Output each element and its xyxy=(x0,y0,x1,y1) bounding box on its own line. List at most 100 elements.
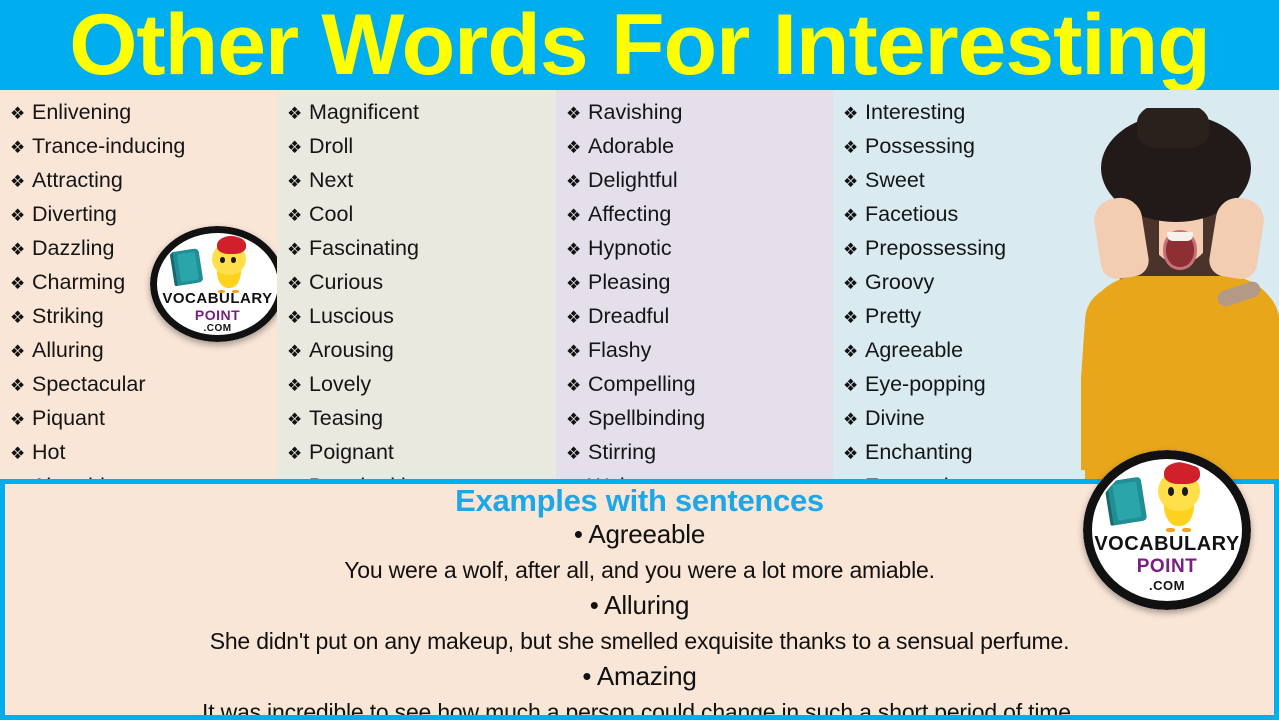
word-label: Prepossessing xyxy=(865,236,1007,260)
word-label: Pretty xyxy=(865,304,922,328)
example-item: • Alluring She didn't put on any makeup,… xyxy=(5,587,1274,658)
diamond-bullet-icon: ❖ xyxy=(566,138,582,157)
word-label: Absorbing xyxy=(32,470,129,479)
logo-line-1: VOCABULARY xyxy=(162,290,273,307)
diamond-bullet-icon: ❖ xyxy=(843,104,859,123)
diamond-bullet-icon: ❖ xyxy=(287,410,303,429)
diamond-bullet-icon: ❖ xyxy=(287,376,303,395)
word-list-3: ❖ Ravishing ❖ Adorable ❖ Delightful ❖ Affect… xyxy=(566,96,833,479)
word-label: Possessing xyxy=(865,134,975,158)
diamond-bullet-icon: ❖ xyxy=(10,104,26,123)
list-item: ❖ Affecting xyxy=(566,198,833,232)
word-label: Curious xyxy=(309,270,384,294)
word-label: Interesting xyxy=(865,100,966,124)
list-item: ❖ Teasing xyxy=(287,402,556,436)
logo-inner: VOCABULARY POINT .COM xyxy=(159,234,276,334)
word-column-1: ❖ Enlivening ❖ Trance-inducing ❖ Attracting… xyxy=(0,90,277,479)
diamond-bullet-icon: ❖ xyxy=(10,308,26,327)
word-label: Cool xyxy=(309,202,354,226)
list-item: ❖ Flashy xyxy=(566,334,833,368)
word-label: Delightful xyxy=(588,168,678,192)
diamond-bullet-icon: ❖ xyxy=(843,308,859,327)
list-item: ❖ Curious xyxy=(287,266,556,300)
word-label: Striking xyxy=(32,304,104,328)
diamond-bullet-icon: ❖ xyxy=(566,410,582,429)
examples-list: • Agreeable You were a wolf, after all, … xyxy=(5,516,1274,715)
word-label: Adorable xyxy=(588,134,675,158)
list-item: ❖ Enlivening xyxy=(10,96,277,130)
list-item: ❖ Attracting xyxy=(10,164,277,198)
diamond-bullet-icon: ❖ xyxy=(287,206,303,225)
word-label: Hot xyxy=(32,440,66,464)
list-item: ❖ Piquant xyxy=(10,402,277,436)
list-item: ❖ Lovely xyxy=(287,368,556,402)
list-item: ❖ Compelling xyxy=(566,368,833,402)
logo-line-2: POINT xyxy=(194,307,241,323)
word-label: Lovely xyxy=(309,372,372,396)
list-item: ❖ Poignant xyxy=(287,436,556,470)
list-item: ❖ Pleasing xyxy=(566,266,833,300)
list-item: ❖ Hot xyxy=(10,436,277,470)
diamond-bullet-icon: ❖ xyxy=(843,472,865,479)
word-label: Enlivening xyxy=(32,100,132,124)
diamond-bullet-icon: ❖ xyxy=(843,172,859,191)
diamond-bullet-icon: ❖ xyxy=(566,342,582,361)
word-label: Teasing xyxy=(309,406,384,430)
word-label: Hypnotic xyxy=(588,236,672,260)
diamond-bullet-icon: ❖ xyxy=(843,274,859,293)
word-label: Divine xyxy=(865,406,925,430)
diamond-bullet-icon: ❖ xyxy=(10,138,26,157)
diamond-bullet-icon: ❖ xyxy=(287,138,303,157)
example-sentence: She didn't put on any makeup, but she sm… xyxy=(209,628,1070,654)
diamond-bullet-icon: ❖ xyxy=(566,172,582,191)
logo-line-2: POINT xyxy=(1136,556,1198,577)
example-word: • Amazing xyxy=(582,661,697,691)
list-item: ❖ Magnificent xyxy=(287,96,556,130)
word-label: Alluring xyxy=(32,338,104,362)
logo-line-3: .COM xyxy=(203,323,232,334)
list-item: ❖ Luscious xyxy=(287,300,556,334)
diamond-bullet-icon: ❖ xyxy=(843,444,859,463)
logo-line-3: .COM xyxy=(1149,578,1185,593)
word-list-2: ❖ Magnificent ❖ Droll ❖ Next ❖ Cool ❖ Fascina… xyxy=(287,96,556,479)
example-sentence: It was incredible to see how much a pers… xyxy=(202,699,1077,715)
word-label: Piquant xyxy=(32,406,105,430)
diamond-bullet-icon: ❖ xyxy=(10,410,26,429)
chick-mascot-icon xyxy=(207,235,251,294)
diamond-bullet-icon: ❖ xyxy=(566,274,582,293)
diamond-bullet-icon: ❖ xyxy=(10,172,26,191)
list-item: ❖Absorbing xyxy=(10,470,277,479)
diamond-bullet-icon: ❖ xyxy=(287,172,303,191)
diamond-bullet-icon: ❖ xyxy=(10,342,26,361)
list-item: ❖ Ravishing xyxy=(566,96,833,130)
book-icon xyxy=(172,248,204,286)
page-header: Other Words For Interesting xyxy=(0,0,1279,90)
excited-woman-photo xyxy=(1081,108,1279,479)
word-label: Affecting xyxy=(588,202,672,226)
diamond-bullet-icon: ❖ xyxy=(843,342,859,361)
diamond-bullet-icon: ❖ xyxy=(566,240,582,259)
word-label: Poignant xyxy=(309,440,394,464)
diamond-bullet-icon: ❖ xyxy=(566,104,582,123)
panel-border-bottom xyxy=(0,715,1279,720)
word-label: Dreadful xyxy=(588,304,670,328)
word-label: Sweet xyxy=(865,168,925,192)
word-label: Charming xyxy=(32,270,126,294)
word-label: Attracting xyxy=(32,168,123,192)
diamond-bullet-icon: ❖ xyxy=(287,308,303,327)
word-label: Trance-inducing xyxy=(32,134,186,158)
diamond-bullet-icon: ❖ xyxy=(566,308,582,327)
word-label: Stirring xyxy=(588,440,657,464)
word-label: Magnificent xyxy=(309,100,419,124)
word-label: Ravishing xyxy=(588,100,683,124)
diamond-bullet-icon: ❖ xyxy=(10,206,26,225)
word-label: Diverting xyxy=(32,202,117,226)
word-label: Eye-popping xyxy=(865,372,986,396)
list-item: ❖ Cool xyxy=(287,198,556,232)
list-item: ❖ Trance-inducing xyxy=(10,130,277,164)
diamond-bullet-icon: ❖ xyxy=(287,104,303,123)
word-label: Next xyxy=(309,168,354,192)
word-label: Facetious xyxy=(865,202,959,226)
diamond-bullet-icon: ❖ xyxy=(287,274,303,293)
diamond-bullet-icon: ❖ xyxy=(287,472,309,479)
